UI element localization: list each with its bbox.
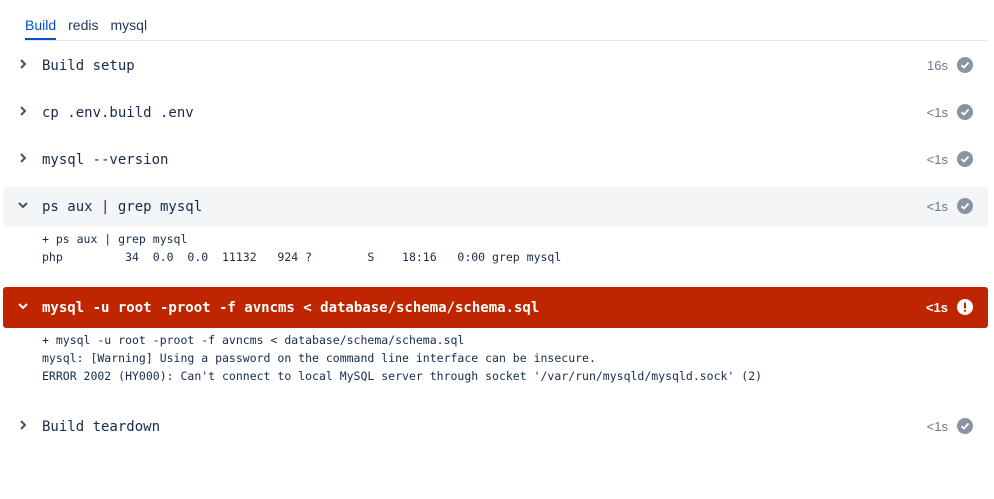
chevron-right-icon [20, 59, 27, 69]
step-log-mysql-import: + mysql -u root -proot -f avncms < datab… [42, 331, 762, 385]
log-line: mysql: [Warning] Using a password on the… [42, 351, 596, 365]
step-mysql-import-failed[interactable]: mysql -u root -proot -f avncms < databas… [3, 287, 988, 328]
chevron-right-icon [20, 106, 27, 116]
log-line: ERROR 2002 (HY000): Can't connect to loc… [42, 369, 763, 383]
step-title: cp .env.build .env [42, 104, 194, 121]
step-mysql-version[interactable]: mysql --version <1s [3, 139, 988, 180]
step-log-ps-aux: + ps aux | grep mysql php 34 0.0 0.0 1113… [42, 230, 561, 266]
step-ps-aux[interactable]: ps aux | grep mysql <1s [3, 186, 988, 227]
success-check-icon [957, 104, 973, 120]
pipeline-tabs: Build redis mysql [25, 0, 987, 41]
step-duration: <1s [925, 300, 948, 315]
chevron-right-icon [20, 420, 27, 430]
tab-build[interactable]: Build [25, 17, 57, 40]
step-cp-env[interactable]: cp .env.build .env <1s [3, 92, 988, 133]
error-exclamation-icon [957, 299, 973, 315]
success-check-icon [957, 198, 973, 214]
tab-redis[interactable]: redis [68, 17, 98, 40]
step-title: mysql -u root -proot -f avncms < databas… [42, 299, 540, 316]
success-check-icon [957, 151, 973, 167]
chevron-down-icon [18, 303, 28, 310]
step-build-teardown[interactable]: Build teardown <1s [3, 406, 988, 447]
step-title: mysql --version [42, 151, 169, 168]
chevron-right-icon [20, 153, 27, 163]
step-build-setup[interactable]: Build setup 16s [3, 45, 988, 86]
chevron-down-icon [18, 202, 28, 209]
step-duration: 16s [927, 58, 948, 73]
log-line: + ps aux | grep mysql [42, 232, 188, 246]
tab-mysql[interactable]: mysql [111, 17, 148, 40]
step-duration: <1s [926, 105, 948, 120]
step-duration: <1s [926, 419, 948, 434]
success-check-icon [957, 57, 973, 73]
success-check-icon [957, 418, 973, 434]
log-line: php 34 0.0 0.0 11132 924 ? S 18:16 0:00 … [42, 250, 562, 264]
log-line: + mysql -u root -proot -f avncms < datab… [42, 333, 465, 347]
step-duration: <1s [926, 152, 948, 167]
step-duration: <1s [926, 199, 948, 214]
step-title: Build setup [42, 57, 135, 74]
step-title: ps aux | grep mysql [42, 198, 203, 215]
step-title: Build teardown [42, 418, 161, 435]
